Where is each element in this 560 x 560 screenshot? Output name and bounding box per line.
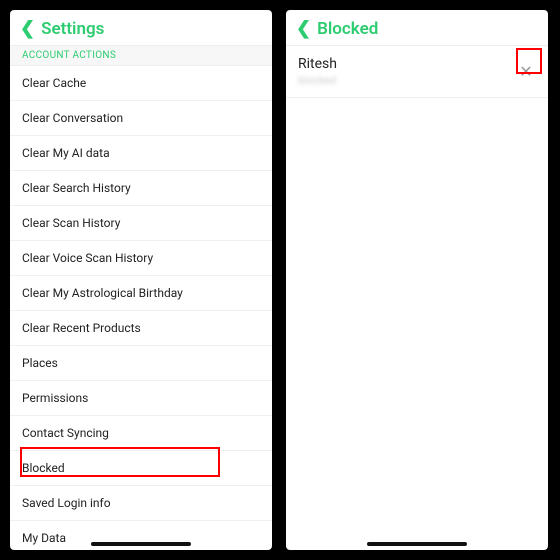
- item-label: Clear Recent Products: [22, 321, 141, 335]
- list-item[interactable]: Permissions: [10, 381, 272, 416]
- settings-list: Clear Cache Clear Conversation Clear My …: [10, 66, 272, 550]
- back-chevron-icon[interactable]: ❮: [20, 18, 35, 39]
- list-item[interactable]: Contact Syncing: [10, 416, 272, 451]
- blocked-user-subtitle: blocked: [298, 74, 337, 87]
- item-label: Blocked: [22, 461, 65, 475]
- item-label: Saved Login info: [22, 496, 111, 510]
- list-item[interactable]: Clear Recent Products: [10, 311, 272, 346]
- nav-header: ❮ Blocked: [286, 10, 548, 45]
- blocked-user-row[interactable]: Ritesh blocked ✕: [286, 46, 548, 98]
- list-item[interactable]: Clear Cache: [10, 66, 272, 101]
- settings-screen: ❮ Settings ACCOUNT ACTIONS Clear Cache C…: [10, 10, 272, 550]
- list-item[interactable]: Clear My AI data: [10, 136, 272, 171]
- item-label: Places: [22, 356, 58, 370]
- unblock-x-icon[interactable]: ✕: [516, 62, 536, 82]
- list-item[interactable]: Clear Scan History: [10, 206, 272, 241]
- blocked-screen: ❮ Blocked Ritesh blocked ✕: [286, 10, 548, 550]
- blocked-user-name: Ritesh: [298, 56, 337, 72]
- list-item[interactable]: Clear Voice Scan History: [10, 241, 272, 276]
- item-label: Contact Syncing: [22, 426, 109, 440]
- item-label: Permissions: [22, 391, 88, 405]
- nav-title[interactable]: Blocked: [317, 19, 378, 39]
- nav-title[interactable]: Settings: [41, 19, 104, 39]
- item-label: Clear Scan History: [22, 216, 120, 230]
- item-label: Clear Cache: [22, 76, 86, 90]
- nav-header: ❮ Settings: [10, 10, 272, 45]
- list-item[interactable]: Places: [10, 346, 272, 381]
- list-item-blocked[interactable]: Blocked: [10, 451, 272, 486]
- section-header: ACCOUNT ACTIONS: [10, 45, 272, 66]
- item-label: My Data: [22, 531, 66, 545]
- home-indicator: [91, 542, 191, 546]
- item-label: Clear My AI data: [22, 146, 110, 160]
- list-item[interactable]: Clear Search History: [10, 171, 272, 206]
- home-indicator: [367, 542, 467, 546]
- item-label: Clear Search History: [22, 181, 131, 195]
- item-label: Clear Conversation: [22, 111, 123, 125]
- item-label: Clear My Astrological Birthday: [22, 286, 183, 300]
- list-item[interactable]: Clear Conversation: [10, 101, 272, 136]
- item-label: Clear Voice Scan History: [22, 251, 153, 265]
- blocked-user-info: Ritesh blocked: [298, 56, 337, 87]
- list-item[interactable]: Saved Login info: [10, 486, 272, 521]
- list-item[interactable]: Clear My Astrological Birthday: [10, 276, 272, 311]
- back-chevron-icon[interactable]: ❮: [296, 18, 311, 39]
